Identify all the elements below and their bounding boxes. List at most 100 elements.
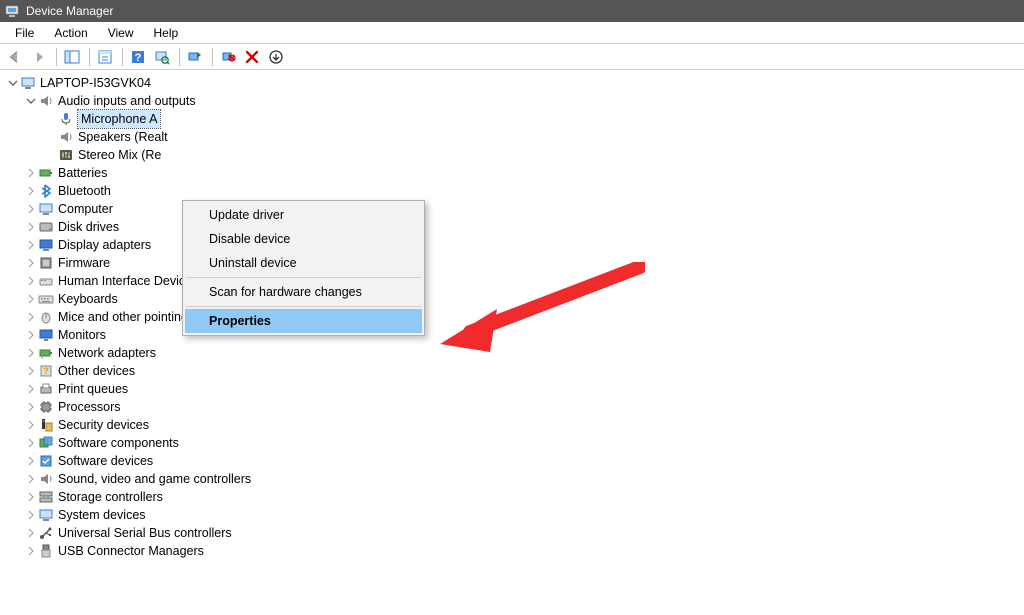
category-node[interactable]: Software devices — [4, 452, 1024, 470]
device-label: Microphone A — [78, 110, 160, 128]
chevron-down-icon[interactable] — [6, 74, 20, 92]
chevron-right-icon[interactable] — [24, 452, 38, 470]
root-node[interactable]: LAPTOP-I53GVK04 — [4, 74, 1024, 92]
chevron-right-icon[interactable] — [24, 380, 38, 398]
chevron-right-icon[interactable] — [24, 434, 38, 452]
chevron-right-icon[interactable] — [24, 272, 38, 290]
chevron-down-icon[interactable] — [24, 92, 38, 110]
toolbar-separator — [56, 48, 57, 66]
category-node[interactable]: Bluetooth — [4, 182, 1024, 200]
chevron-right-icon[interactable] — [24, 470, 38, 488]
device-stereomix[interactable]: Stereo Mix (Re — [4, 146, 1024, 164]
category-node[interactable]: Storage controllers — [4, 488, 1024, 506]
category-icon — [38, 165, 54, 181]
device-microphone[interactable]: Microphone A — [4, 110, 1024, 128]
scan-hardware-button[interactable] — [151, 46, 173, 68]
category-node[interactable]: Print queues — [4, 380, 1024, 398]
category-icon — [38, 381, 54, 397]
category-label: Storage controllers — [58, 488, 163, 506]
menu-help[interactable]: Help — [144, 26, 189, 40]
update-driver-button[interactable] — [184, 46, 206, 68]
window-title: Device Manager — [26, 4, 113, 18]
chevron-right-icon[interactable] — [24, 290, 38, 308]
category-icon — [38, 399, 54, 415]
menu-action[interactable]: Action — [44, 26, 97, 40]
category-node[interactable]: Human Interface Devices — [4, 272, 1024, 290]
add-legacy-hardware-button[interactable] — [265, 46, 287, 68]
category-icon — [38, 183, 54, 199]
device-manager-icon — [4, 3, 20, 19]
category-label: Other devices — [58, 362, 135, 380]
chevron-right-icon[interactable] — [24, 416, 38, 434]
category-node[interactable]: System devices — [4, 506, 1024, 524]
category-node[interactable]: ?Other devices — [4, 362, 1024, 380]
chevron-right-icon[interactable] — [24, 524, 38, 542]
device-label: Speakers (Realt — [78, 128, 168, 146]
chevron-right-icon[interactable] — [24, 218, 38, 236]
properties-button[interactable] — [94, 46, 116, 68]
category-node[interactable]: USB Connector Managers — [4, 542, 1024, 560]
category-node[interactable]: Mice and other pointing devices — [4, 308, 1024, 326]
chevron-right-icon[interactable] — [24, 164, 38, 182]
category-audio[interactable]: Audio inputs and outputs — [4, 92, 1024, 110]
chevron-right-icon[interactable] — [24, 182, 38, 200]
category-node[interactable]: Batteries — [4, 164, 1024, 182]
disable-device-button[interactable] — [217, 46, 239, 68]
show-hide-console-tree-button[interactable] — [61, 46, 83, 68]
category-node[interactable]: Sound, video and game controllers — [4, 470, 1024, 488]
context-menu-disable-device[interactable]: Disable device — [185, 227, 422, 251]
chevron-right-icon[interactable] — [24, 200, 38, 218]
chevron-right-icon[interactable] — [24, 308, 38, 326]
forward-button[interactable] — [28, 46, 50, 68]
uninstall-device-button[interactable] — [241, 46, 263, 68]
device-speakers[interactable]: Speakers (Realt — [4, 128, 1024, 146]
category-label: Software components — [58, 434, 179, 452]
category-icon — [38, 507, 54, 523]
chevron-right-icon[interactable] — [24, 254, 38, 272]
category-node[interactable]: Firmware — [4, 254, 1024, 272]
toolbar-separator — [89, 48, 90, 66]
help-button[interactable]: ? — [127, 46, 149, 68]
category-node[interactable]: Disk drives — [4, 218, 1024, 236]
category-icon — [38, 489, 54, 505]
speaker-icon — [58, 129, 74, 145]
category-node[interactable]: Universal Serial Bus controllers — [4, 524, 1024, 542]
context-menu-properties[interactable]: Properties — [185, 309, 422, 333]
category-icon — [38, 309, 54, 325]
chevron-right-icon[interactable] — [24, 326, 38, 344]
category-node[interactable]: Security devices — [4, 416, 1024, 434]
context-menu-scan-hardware[interactable]: Scan for hardware changes — [185, 280, 422, 304]
svg-text:?: ? — [135, 52, 142, 64]
menu-view[interactable]: View — [98, 26, 144, 40]
category-node[interactable]: Display adapters — [4, 236, 1024, 254]
category-icon — [38, 525, 54, 541]
context-menu-uninstall-device[interactable]: Uninstall device — [185, 251, 422, 275]
category-icon — [38, 201, 54, 217]
chevron-right-icon[interactable] — [24, 398, 38, 416]
computer-icon — [20, 75, 36, 91]
category-icon — [38, 255, 54, 271]
context-menu-update-driver[interactable]: Update driver — [185, 203, 422, 227]
category-node[interactable]: Network adapters — [4, 344, 1024, 362]
device-tree[interactable]: LAPTOP-I53GVK04 Audio inputs and outputs… — [0, 70, 1024, 615]
category-node[interactable]: Keyboards — [4, 290, 1024, 308]
back-button[interactable] — [4, 46, 26, 68]
category-label: Firmware — [58, 254, 110, 272]
category-icon — [38, 471, 54, 487]
category-node[interactable]: Processors — [4, 398, 1024, 416]
speaker-icon — [38, 93, 54, 109]
chevron-right-icon[interactable] — [24, 488, 38, 506]
root-label: LAPTOP-I53GVK04 — [40, 74, 151, 92]
chevron-right-icon[interactable] — [24, 542, 38, 560]
chevron-right-icon[interactable] — [24, 506, 38, 524]
context-menu-separator — [186, 306, 421, 307]
menu-file[interactable]: File — [5, 26, 44, 40]
chevron-right-icon[interactable] — [24, 362, 38, 380]
chevron-right-icon[interactable] — [24, 236, 38, 254]
category-node[interactable]: Computer — [4, 200, 1024, 218]
category-node[interactable]: Software components — [4, 434, 1024, 452]
category-node[interactable]: Monitors — [4, 326, 1024, 344]
category-icon — [38, 273, 54, 289]
chevron-right-icon[interactable] — [24, 344, 38, 362]
category-label: Universal Serial Bus controllers — [58, 524, 232, 542]
